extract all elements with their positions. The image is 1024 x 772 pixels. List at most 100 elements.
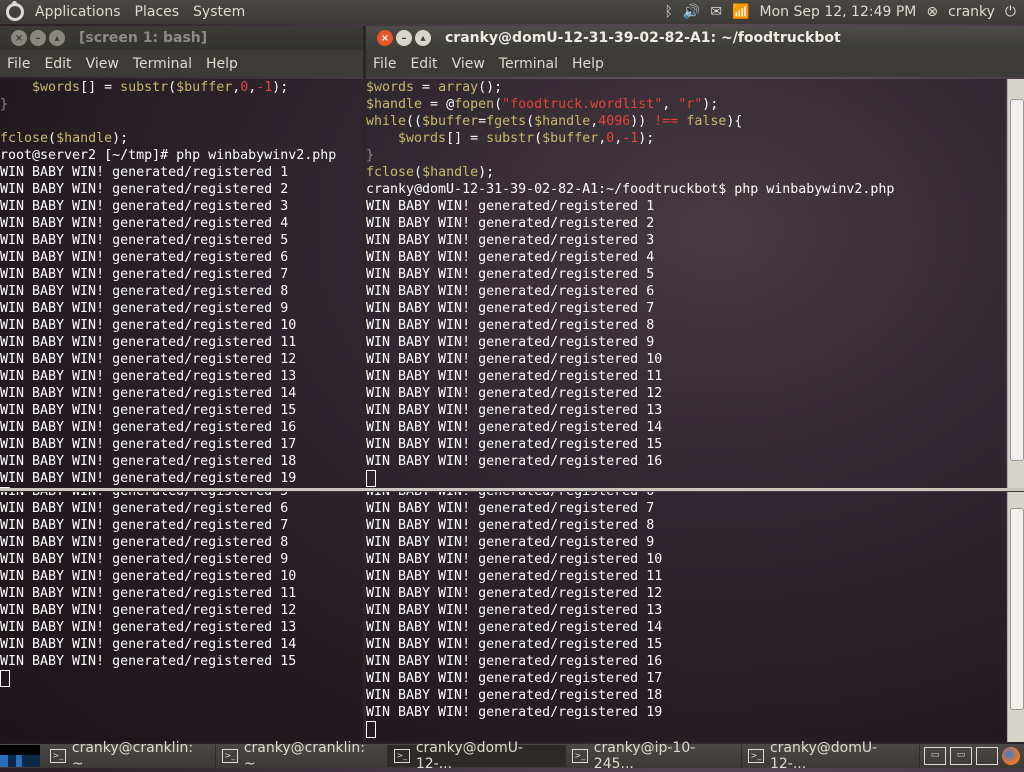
minimize-icon[interactable]: – — [396, 30, 412, 46]
terminal-line: WIN BABY WIN! generated/registered 12 — [366, 386, 663, 401]
terminal-icon: >_ — [393, 749, 410, 763]
task-list: >_ cranky@cranklin: ~ >_ cranky@cranklin: ~… — [44, 740, 920, 772]
terminal-line: WIN BABY WIN! generated/registered 10 — [0, 318, 297, 333]
maximize-icon[interactable]: ▴ — [49, 30, 65, 46]
terminal-line: WIN BABY WIN! generated/registered 9 — [366, 335, 655, 350]
terminal-line: WIN BABY WIN! generated/registered 10 — [366, 552, 663, 567]
terminal-line: WIN BABY WIN! generated/registered 13 — [0, 620, 297, 635]
maximize-icon[interactable]: ▴ — [415, 30, 431, 46]
taskbar-item[interactable]: >_ cranky@cranklin: ~ — [216, 740, 388, 772]
terminal-line: WIN BABY WIN! generated/registered 1 — [0, 165, 289, 180]
workspace-switcher-icon[interactable] — [976, 747, 998, 765]
file-menu[interactable]: File — [0, 56, 37, 72]
terminal-line: WIN BABY WIN! generated/registered 15 — [366, 637, 663, 652]
taskbar-item[interactable]: >_ cranky@ip-10-245... — [566, 740, 742, 772]
ubuntu-logo-icon[interactable] — [6, 1, 24, 21]
terminal-line: $words[] = substr($buffer,0,-1); — [32, 80, 289, 95]
terminal-line: WIN BABY WIN! generated/registered 19 — [0, 471, 297, 486]
scroll-thumb[interactable] — [1010, 508, 1024, 710]
help-menu[interactable]: Help — [199, 56, 245, 72]
view-menu[interactable]: View — [79, 56, 126, 72]
scroll-thumb[interactable] — [1010, 99, 1024, 461]
terminal-line: WIN BABY WIN! generated/registered 18 — [0, 454, 297, 469]
terminal-menu[interactable]: Terminal — [492, 56, 565, 72]
mail-icon[interactable]: ✉ — [710, 4, 722, 20]
terminal-launcher-icon[interactable]: ▭ — [924, 747, 946, 765]
terminal-cursor-line — [366, 470, 1006, 487]
terminal-line: WIN BABY WIN! generated/registered 11 — [366, 569, 663, 584]
terminal-line: WIN BABY WIN! generated/registered 8 — [366, 518, 655, 533]
cursor — [366, 470, 376, 487]
split-divider[interactable] — [0, 488, 1024, 491]
terminal-line: WIN BABY WIN! generated/registered 13 — [366, 403, 663, 418]
close-icon[interactable]: × — [377, 30, 393, 46]
bottom-taskbar: >_ cranky@cranklin: ~ >_ cranky@cranklin: ~… — [0, 740, 1024, 772]
terminal-line: WIN BABY WIN! generated/registered 16 — [366, 454, 663, 469]
terminal-icon: >_ — [221, 749, 238, 763]
terminal-line: WIN BABY WIN! generated/registered 4 — [366, 250, 655, 265]
minimize-icon[interactable]: – — [30, 30, 46, 46]
left-terminal-top[interactable]: $words[] = substr($buffer,0,-1);} fclose(… — [0, 79, 363, 488]
scrollbar-bottom[interactable] — [1007, 492, 1024, 742]
view-menu[interactable]: View — [445, 56, 492, 72]
terminal-line: WIN BABY WIN! generated/registered 17 — [366, 671, 663, 686]
terminal-line: WIN BABY WIN! generated/registered 12 — [0, 603, 297, 618]
terminal-line: WIN BABY WIN! generated/registered 6 — [0, 501, 289, 516]
terminal-line: } — [0, 97, 9, 112]
firefox-icon[interactable] — [1002, 747, 1020, 765]
places-menu[interactable]: Places — [128, 0, 187, 24]
terminal-line: WIN BABY WIN! generated/registered 5 — [0, 492, 363, 500]
terminal-line: WIN BABY WIN! generated/registered 13 — [366, 603, 663, 618]
terminal-line: WIN BABY WIN! generated/registered 4 — [0, 216, 289, 231]
right-terminal-bottom[interactable]: WIN BABY WIN! generated/registered 6WIN … — [366, 492, 1006, 742]
terminal-line: WIN BABY WIN! generated/registered 14 — [366, 420, 663, 435]
taskbar-item[interactable]: >_ cranky@domU-12-... — [742, 740, 920, 772]
edit-menu[interactable]: Edit — [37, 56, 78, 72]
terminal-icon: >_ — [748, 749, 764, 763]
left-window-titlebar[interactable]: × – ▴ [screen 1: bash] — [0, 26, 363, 50]
taskbar-item[interactable]: >_ cranky@domU-12-... — [387, 740, 566, 772]
close-icon[interactable]: × — [11, 30, 27, 46]
terminal-line: $handle = @fopen("foodtruck.wordlist", "… — [366, 97, 719, 112]
terminal-line: WIN BABY WIN! generated/registered 12 — [366, 586, 663, 601]
wifi-icon[interactable]: 📶 — [732, 4, 749, 20]
terminal-cursor-line — [0, 670, 363, 687]
left-menubar: File Edit View Terminal Help — [0, 50, 363, 77]
terminal-line: WIN BABY WIN! generated/registered 9 — [0, 301, 289, 316]
help-menu[interactable]: Help — [565, 56, 611, 72]
terminal-line: WIN BABY WIN! generated/registered 6 — [366, 492, 1006, 500]
terminal-line: WIN BABY WIN! generated/registered 16 — [366, 654, 663, 669]
system-monitor-icon[interactable] — [0, 745, 40, 767]
edit-menu[interactable]: Edit — [403, 56, 444, 72]
bluetooth-icon[interactable]: ᛒ — [665, 4, 673, 20]
user-status-icon[interactable]: ⊗ — [926, 4, 938, 20]
terminal-line: $words = array(); — [366, 80, 503, 95]
left-terminal-bottom[interactable]: WIN BABY WIN! generated/registered 5WIN … — [0, 492, 363, 742]
volume-icon[interactable]: 🔊 — [683, 4, 700, 20]
terminal-launcher-icon[interactable]: ▭ — [950, 747, 972, 765]
terminal-line: WIN BABY WIN! generated/registered 14 — [0, 386, 297, 401]
file-menu[interactable]: File — [366, 56, 403, 72]
clock[interactable]: Mon Sep 12, 12:49 PM — [760, 4, 917, 20]
applications-menu[interactable]: Applications — [28, 0, 128, 24]
terminal-menu[interactable]: Terminal — [126, 56, 199, 72]
system-tray: ᛒ 🔊 ✉ 📶 Mon Sep 12, 12:49 PM ⊗ cranky ⏻ — [665, 4, 1024, 20]
terminal-line: WIN BABY WIN! generated/registered 5 — [366, 267, 655, 282]
power-icon[interactable]: ⏻ — [1005, 4, 1016, 20]
terminal-line: WIN BABY WIN! generated/registered 1 — [366, 199, 655, 214]
taskbar-item[interactable]: >_ cranky@cranklin: ~ — [44, 740, 216, 772]
terminal-line: WIN BABY WIN! generated/registered 11 — [0, 586, 297, 601]
terminal-line: WIN BABY WIN! generated/registered 8 — [0, 535, 289, 550]
terminal-line: while(($buffer=fgets($handle,4096)) !== … — [366, 114, 743, 129]
cursor — [0, 670, 10, 687]
right-terminal-top[interactable]: $words = array(); $handle = @fopen("foodt… — [366, 79, 1006, 488]
scrollbar-top[interactable] — [1007, 79, 1024, 488]
terminal-line: WIN BABY WIN! generated/registered 7 — [366, 501, 655, 516]
right-window-titlebar[interactable]: × – ▴ cranky@domU-12-31-39-02-82-A1: ~/f… — [366, 26, 1024, 50]
terminal-line: WIN BABY WIN! generated/registered 17 — [0, 437, 297, 452]
terminal-line: } — [366, 148, 375, 163]
system-menu[interactable]: System — [186, 0, 252, 24]
user-name[interactable]: cranky — [948, 4, 995, 20]
terminal-line: WIN BABY WIN! generated/registered 2 — [366, 216, 655, 231]
terminal-line: WIN BABY WIN! generated/registered 10 — [366, 352, 663, 367]
